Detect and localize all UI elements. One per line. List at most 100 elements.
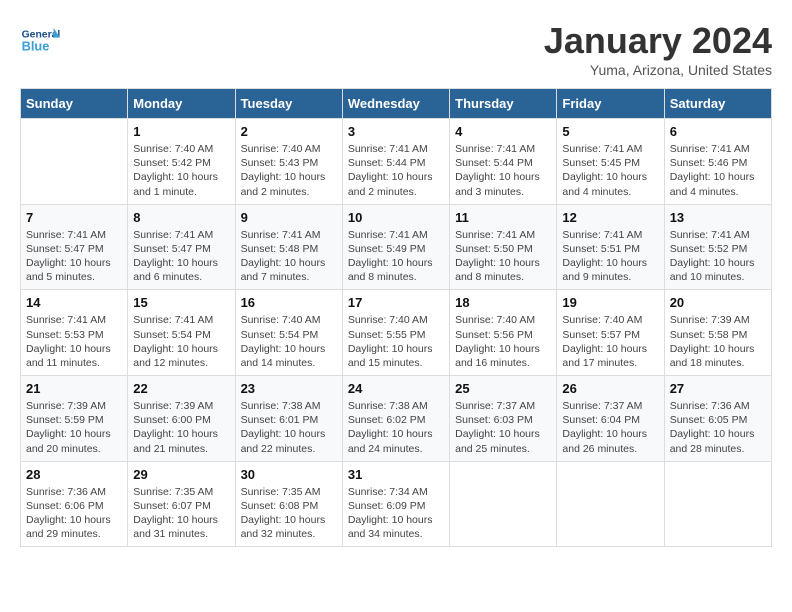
calendar-cell: 12 Sunrise: 7:41 AM Sunset: 5:51 PM Dayli… [557, 204, 664, 290]
day-number: 17 [348, 295, 444, 310]
day-number: 29 [133, 467, 229, 482]
calendar-cell: 27 Sunrise: 7:36 AM Sunset: 6:05 PM Dayli… [664, 376, 771, 462]
week-row-4: 21 Sunrise: 7:39 AM Sunset: 5:59 PM Dayli… [21, 376, 772, 462]
day-number: 24 [348, 381, 444, 396]
day-number: 21 [26, 381, 122, 396]
day-number: 20 [670, 295, 766, 310]
calendar-cell: 5Sunrise: 7:41 AM Sunset: 5:45 PM Daylig… [557, 119, 664, 205]
day-number: 12 [562, 210, 658, 225]
calendar-cell: 4 Sunrise: 7:41 AM Sunset: 5:44 PM Daylig… [450, 119, 557, 205]
day-info: Sunrise: 7:35 AM Sunset: 6:07 PM Dayligh… [133, 485, 229, 542]
month-title: January 2024 [544, 20, 772, 62]
day-info: Sunrise: 7:41 AM Sunset: 5:48 PM Dayligh… [241, 228, 337, 285]
calendar-cell: 17 Sunrise: 7:40 AM Sunset: 5:55 PM Dayli… [342, 290, 449, 376]
day-info: Sunrise: 7:38 AM Sunset: 6:01 PM Dayligh… [241, 399, 337, 456]
calendar-cell: 20 Sunrise: 7:39 AM Sunset: 5:58 PM Dayli… [664, 290, 771, 376]
day-number: 10 [348, 210, 444, 225]
day-info: Sunrise: 7:41 AM Sunset: 5:50 PM Dayligh… [455, 228, 551, 285]
day-info: Sunrise: 7:41 AM Sunset: 5:51 PM Dayligh… [562, 228, 658, 285]
day-number: 2 [241, 124, 337, 139]
header-saturday: Saturday [664, 89, 771, 119]
logo: General Blue [20, 20, 64, 60]
day-number: 30 [241, 467, 337, 482]
calendar-cell: 26 Sunrise: 7:37 AM Sunset: 6:04 PM Dayli… [557, 376, 664, 462]
title-area: January 2024 Yuma, Arizona, United State… [544, 20, 772, 78]
calendar-cell: 18 Sunrise: 7:40 AM Sunset: 5:56 PM Dayli… [450, 290, 557, 376]
calendar-cell: 25Sunrise: 7:37 AM Sunset: 6:03 PM Dayli… [450, 376, 557, 462]
day-number: 19 [562, 295, 658, 310]
day-info: Sunrise: 7:41 AM Sunset: 5:44 PM Dayligh… [455, 142, 551, 199]
day-info: Sunrise: 7:41 AM Sunset: 5:54 PM Dayligh… [133, 313, 229, 370]
day-info: Sunrise: 7:41 AM Sunset: 5:46 PM Dayligh… [670, 142, 766, 199]
header-monday: Monday [128, 89, 235, 119]
day-number: 4 [455, 124, 551, 139]
day-number: 14 [26, 295, 122, 310]
calendar-cell: 13 Sunrise: 7:41 AM Sunset: 5:52 PM Dayli… [664, 204, 771, 290]
day-number: 23 [241, 381, 337, 396]
page-header: General Blue January 2024 Yuma, Arizona,… [20, 20, 772, 78]
week-row-2: 7 Sunrise: 7:41 AM Sunset: 5:47 PM Daylig… [21, 204, 772, 290]
day-info: Sunrise: 7:39 AM Sunset: 5:58 PM Dayligh… [670, 313, 766, 370]
calendar-cell: 2 Sunrise: 7:40 AM Sunset: 5:43 PM Daylig… [235, 119, 342, 205]
day-number: 3 [348, 124, 444, 139]
calendar-cell: 14 Sunrise: 7:41 AM Sunset: 5:53 PM Dayli… [21, 290, 128, 376]
week-row-3: 14 Sunrise: 7:41 AM Sunset: 5:53 PM Dayli… [21, 290, 772, 376]
calendar-cell: 22Sunrise: 7:39 AM Sunset: 6:00 PM Dayli… [128, 376, 235, 462]
week-row-1: 1 Sunrise: 7:40 AM Sunset: 5:42 PM Daylig… [21, 119, 772, 205]
day-info: Sunrise: 7:41 AM Sunset: 5:52 PM Dayligh… [670, 228, 766, 285]
day-info: Sunrise: 7:37 AM Sunset: 6:04 PM Dayligh… [562, 399, 658, 456]
calendar-cell: 15 Sunrise: 7:41 AM Sunset: 5:54 PM Dayli… [128, 290, 235, 376]
calendar-cell: 11Sunrise: 7:41 AM Sunset: 5:50 PM Dayli… [450, 204, 557, 290]
day-number: 6 [670, 124, 766, 139]
day-number: 27 [670, 381, 766, 396]
day-info: Sunrise: 7:40 AM Sunset: 5:42 PM Dayligh… [133, 142, 229, 199]
calendar-cell: 30 Sunrise: 7:35 AM Sunset: 6:08 PM Dayli… [235, 461, 342, 547]
day-info: Sunrise: 7:36 AM Sunset: 6:05 PM Dayligh… [670, 399, 766, 456]
calendar-cell: 7Sunrise: 7:41 AM Sunset: 5:47 PM Daylig… [21, 204, 128, 290]
day-info: Sunrise: 7:41 AM Sunset: 5:47 PM Dayligh… [133, 228, 229, 285]
day-info: Sunrise: 7:41 AM Sunset: 5:45 PM Dayligh… [562, 142, 658, 199]
svg-text:Blue: Blue [22, 38, 50, 53]
header-sunday: Sunday [21, 89, 128, 119]
day-info: Sunrise: 7:40 AM Sunset: 5:43 PM Dayligh… [241, 142, 337, 199]
day-info: Sunrise: 7:34 AM Sunset: 6:09 PM Dayligh… [348, 485, 444, 542]
calendar-cell: 10 Sunrise: 7:41 AM Sunset: 5:49 PM Dayli… [342, 204, 449, 290]
header-wednesday: Wednesday [342, 89, 449, 119]
calendar-cell [21, 119, 128, 205]
day-number: 18 [455, 295, 551, 310]
day-number: 13 [670, 210, 766, 225]
day-info: Sunrise: 7:41 AM Sunset: 5:53 PM Dayligh… [26, 313, 122, 370]
calendar-cell: 21 Sunrise: 7:39 AM Sunset: 5:59 PM Dayli… [21, 376, 128, 462]
calendar-cell: 9 Sunrise: 7:41 AM Sunset: 5:48 PM Daylig… [235, 204, 342, 290]
week-row-5: 28Sunrise: 7:36 AM Sunset: 6:06 PM Dayli… [21, 461, 772, 547]
day-number: 25 [455, 381, 551, 396]
day-number: 16 [241, 295, 337, 310]
calendar-cell [557, 461, 664, 547]
calendar-cell: 1 Sunrise: 7:40 AM Sunset: 5:42 PM Daylig… [128, 119, 235, 205]
calendar-cell: 3Sunrise: 7:41 AM Sunset: 5:44 PM Daylig… [342, 119, 449, 205]
day-info: Sunrise: 7:38 AM Sunset: 6:02 PM Dayligh… [348, 399, 444, 456]
calendar-cell [450, 461, 557, 547]
day-info: Sunrise: 7:35 AM Sunset: 6:08 PM Dayligh… [241, 485, 337, 542]
logo-icon: General Blue [20, 20, 60, 60]
day-number: 7 [26, 210, 122, 225]
header-tuesday: Tuesday [235, 89, 342, 119]
calendar-cell: 31Sunrise: 7:34 AM Sunset: 6:09 PM Dayli… [342, 461, 449, 547]
day-info: Sunrise: 7:39 AM Sunset: 5:59 PM Dayligh… [26, 399, 122, 456]
day-info: Sunrise: 7:36 AM Sunset: 6:06 PM Dayligh… [26, 485, 122, 542]
day-number: 26 [562, 381, 658, 396]
day-info: Sunrise: 7:39 AM Sunset: 6:00 PM Dayligh… [133, 399, 229, 456]
location: Yuma, Arizona, United States [544, 62, 772, 78]
day-number: 15 [133, 295, 229, 310]
calendar-cell: 16Sunrise: 7:40 AM Sunset: 5:54 PM Dayli… [235, 290, 342, 376]
day-number: 9 [241, 210, 337, 225]
calendar-cell [664, 461, 771, 547]
calendar-cell: 19Sunrise: 7:40 AM Sunset: 5:57 PM Dayli… [557, 290, 664, 376]
calendar-cell: 23 Sunrise: 7:38 AM Sunset: 6:01 PM Dayli… [235, 376, 342, 462]
day-number: 1 [133, 124, 229, 139]
day-info: Sunrise: 7:40 AM Sunset: 5:56 PM Dayligh… [455, 313, 551, 370]
day-info: Sunrise: 7:41 AM Sunset: 5:49 PM Dayligh… [348, 228, 444, 285]
day-info: Sunrise: 7:40 AM Sunset: 5:55 PM Dayligh… [348, 313, 444, 370]
calendar-cell: 8Sunrise: 7:41 AM Sunset: 5:47 PM Daylig… [128, 204, 235, 290]
calendar-cell: 28Sunrise: 7:36 AM Sunset: 6:06 PM Dayli… [21, 461, 128, 547]
